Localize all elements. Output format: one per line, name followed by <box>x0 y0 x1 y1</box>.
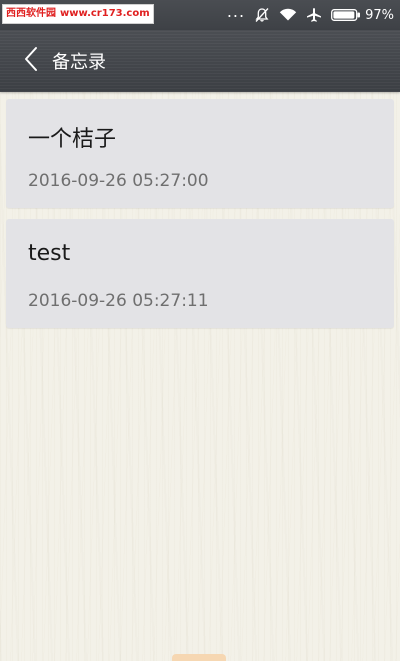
airplane-mode-icon <box>306 7 322 23</box>
watermark-url: www.cr173.com <box>60 8 150 19</box>
note-timestamp: 2016-09-26 05:27:11 <box>28 291 209 311</box>
page-title: 备忘录 <box>52 52 106 73</box>
watermark-badge: 西西软件园 www.cr173.com <box>2 4 154 24</box>
chevron-left-icon <box>24 46 38 76</box>
battery-icon <box>331 9 361 21</box>
notifications-off-icon <box>254 7 270 23</box>
watermark-site-name: 西西软件园 <box>6 8 56 19</box>
note-card[interactable]: test 2016-09-26 05:27:11 <box>6 219 394 328</box>
battery-indicator: 97% <box>331 8 394 23</box>
status-bar: 西西软件园 www.cr173.com ... 97% <box>0 0 400 30</box>
note-card[interactable]: 一个桔子 2016-09-26 05:27:00 <box>6 99 394 208</box>
note-timestamp: 2016-09-26 05:27:00 <box>28 171 209 191</box>
note-list: 一个桔子 2016-09-26 05:27:00 test 2016-09-26… <box>6 99 394 339</box>
battery-percent: 97% <box>365 7 394 23</box>
app-bar: 备忘录 <box>0 30 400 92</box>
status-icons: ... 97% <box>227 0 394 30</box>
bottom-pull-tab[interactable] <box>172 654 226 661</box>
note-title: 一个桔子 <box>28 127 117 152</box>
note-title: test <box>28 241 71 266</box>
back-button[interactable] <box>14 30 48 92</box>
more-dots: ... <box>226 2 246 21</box>
wifi-icon <box>279 8 297 22</box>
